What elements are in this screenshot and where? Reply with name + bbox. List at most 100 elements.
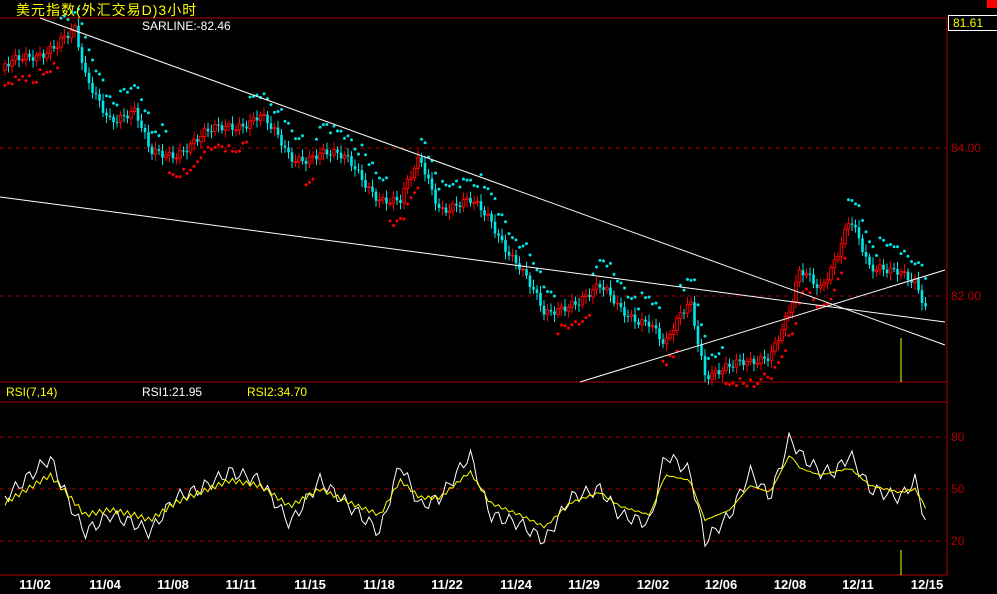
sar-dot xyxy=(346,134,350,138)
sar-dot xyxy=(402,217,406,221)
trend-line[interactable] xyxy=(0,196,946,323)
candle xyxy=(594,283,599,291)
sar-dot xyxy=(609,261,612,265)
candle xyxy=(769,350,774,362)
rsi-tick: 50 xyxy=(951,482,965,496)
sar-dot xyxy=(577,322,581,326)
sar-dot xyxy=(290,129,294,133)
candle xyxy=(402,188,406,204)
candle xyxy=(202,128,207,137)
candle xyxy=(42,53,45,58)
sar-dot xyxy=(280,107,283,111)
sar-dot xyxy=(707,357,710,361)
sar-dot xyxy=(889,243,892,247)
candle xyxy=(178,149,182,159)
candle xyxy=(409,177,413,180)
sar-dot xyxy=(738,377,742,381)
candle xyxy=(20,59,25,62)
candle xyxy=(525,269,528,276)
candle xyxy=(469,197,472,204)
candle xyxy=(493,221,497,234)
candle xyxy=(598,284,602,288)
sar-dot xyxy=(623,286,626,290)
candle xyxy=(461,199,466,208)
candle xyxy=(213,123,217,132)
sar-dot xyxy=(910,260,913,264)
sar-dot xyxy=(45,70,49,74)
candle xyxy=(98,94,101,101)
sar-dot xyxy=(210,147,213,151)
sar-dot xyxy=(108,95,112,99)
sar-dot xyxy=(378,176,381,180)
sar-dot xyxy=(493,197,497,201)
candle xyxy=(223,125,228,131)
candle xyxy=(220,125,224,131)
candle xyxy=(678,312,683,319)
sar-dot xyxy=(693,278,696,282)
sar-dot xyxy=(203,150,206,154)
candle xyxy=(329,154,332,156)
price-tick: 82.00 xyxy=(951,289,982,303)
sar-dot xyxy=(105,94,108,98)
sar-dot xyxy=(122,87,126,91)
candle xyxy=(255,117,259,121)
candle xyxy=(161,150,164,158)
date-tick: 12/08 xyxy=(773,577,807,592)
sar-dot xyxy=(542,285,546,289)
candle xyxy=(591,289,595,298)
candle xyxy=(892,268,896,270)
candle xyxy=(734,359,739,368)
candle xyxy=(342,154,347,159)
sar-dot xyxy=(528,253,532,257)
sar-dot xyxy=(920,263,924,267)
sar-dot xyxy=(507,232,511,236)
sar-dot xyxy=(787,333,791,337)
sar-dot xyxy=(791,332,794,336)
sar-dot xyxy=(861,218,864,222)
candle xyxy=(84,62,87,73)
sar-dot xyxy=(14,75,17,79)
indicator-square[interactable] xyxy=(987,0,997,8)
sar-dot xyxy=(913,262,917,266)
sar-dot xyxy=(511,236,514,240)
candle xyxy=(245,126,248,129)
sar-dot xyxy=(486,187,490,191)
date-tick: 12/06 xyxy=(704,577,738,592)
sar-dot xyxy=(220,145,224,149)
candle xyxy=(185,150,189,153)
candle xyxy=(812,274,815,285)
sar-dot xyxy=(311,177,315,181)
sar-dot xyxy=(794,321,798,325)
sar-dot xyxy=(588,313,591,317)
candle xyxy=(808,273,812,275)
candle xyxy=(385,197,388,204)
trend-line[interactable] xyxy=(39,17,946,346)
candle xyxy=(479,201,483,211)
candle xyxy=(518,263,521,270)
sar-dot xyxy=(224,149,227,153)
candle xyxy=(700,344,703,356)
sar-dot xyxy=(553,294,556,298)
candle xyxy=(28,53,31,58)
candle xyxy=(924,302,927,307)
candle xyxy=(507,251,511,256)
candle xyxy=(539,292,542,306)
sar-dot xyxy=(847,198,850,202)
sar-dot xyxy=(276,109,280,113)
candle xyxy=(871,264,875,272)
sar-dot xyxy=(773,365,777,369)
candle xyxy=(776,340,781,344)
sar-dot xyxy=(472,184,476,188)
candle xyxy=(689,301,693,305)
sar-dot xyxy=(175,175,178,179)
sar-dot xyxy=(322,123,325,127)
candle xyxy=(293,161,298,164)
candle xyxy=(748,358,753,363)
candle xyxy=(545,309,550,315)
candle xyxy=(857,227,861,239)
sar-dot xyxy=(752,384,756,388)
sar-dot xyxy=(28,74,31,78)
candle xyxy=(780,329,784,342)
sar-dot xyxy=(451,182,455,186)
date-tick: 12/02 xyxy=(636,577,670,592)
